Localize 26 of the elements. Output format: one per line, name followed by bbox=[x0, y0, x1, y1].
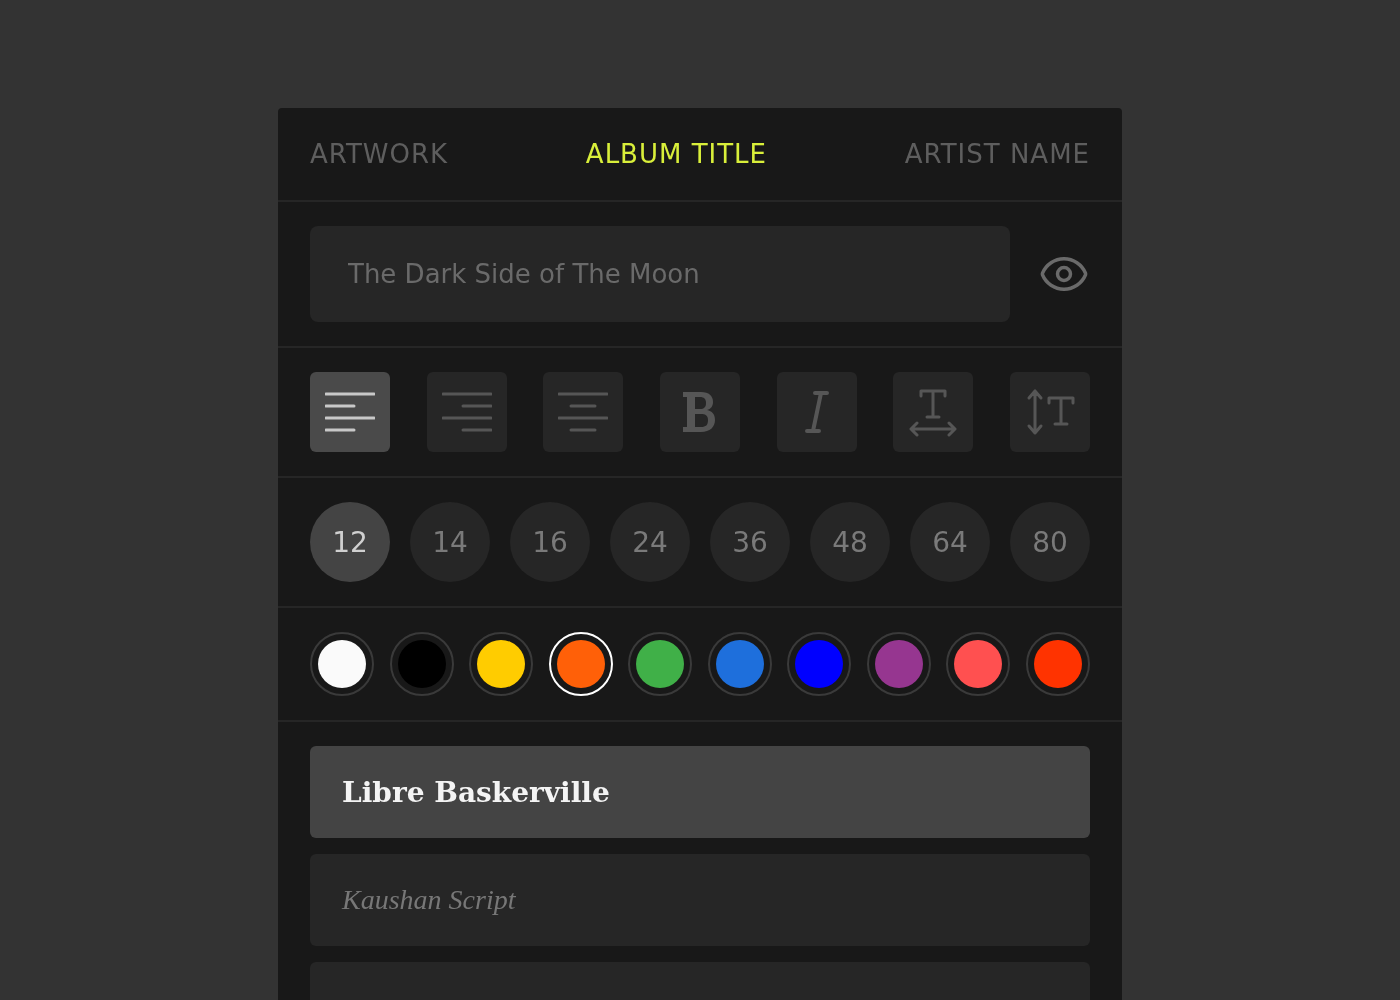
align-center-icon bbox=[558, 391, 609, 433]
italic-button[interactable] bbox=[776, 372, 857, 452]
align-left-icon bbox=[325, 391, 375, 433]
line-height-button[interactable] bbox=[1009, 372, 1090, 452]
font-size-option[interactable]: 36 bbox=[710, 502, 790, 582]
title-input-field[interactable]: The Dark Side of The Moon bbox=[310, 226, 1010, 322]
align-right-icon bbox=[441, 391, 492, 433]
bold-button[interactable] bbox=[659, 372, 740, 452]
align-center-button[interactable] bbox=[543, 372, 624, 452]
font-size-option[interactable]: 64 bbox=[910, 502, 990, 582]
font-size-option[interactable]: 80 bbox=[1010, 502, 1090, 582]
font-option[interactable]: Libre Baskerville bbox=[310, 746, 1090, 838]
font-size-option[interactable]: 12 bbox=[310, 502, 390, 582]
font-option[interactable]: Kaushan Script bbox=[310, 854, 1090, 946]
tab[interactable]: ARTWORK bbox=[310, 139, 449, 169]
align-right-button[interactable] bbox=[426, 372, 507, 452]
italic-icon bbox=[804, 391, 829, 433]
font-size-option[interactable]: 48 bbox=[810, 502, 890, 582]
letter-spacing-icon bbox=[908, 387, 959, 437]
align-left-button[interactable] bbox=[310, 372, 390, 452]
tab[interactable]: ARTIST NAME bbox=[904, 139, 1090, 169]
letter-spacing-button[interactable] bbox=[893, 372, 974, 452]
font-size-option[interactable]: 24 bbox=[610, 502, 690, 582]
font-size-option[interactable]: 16 bbox=[510, 502, 590, 582]
tab[interactable]: ALBUM TITLE bbox=[585, 139, 768, 169]
font-size-option[interactable]: 14 bbox=[410, 502, 490, 582]
